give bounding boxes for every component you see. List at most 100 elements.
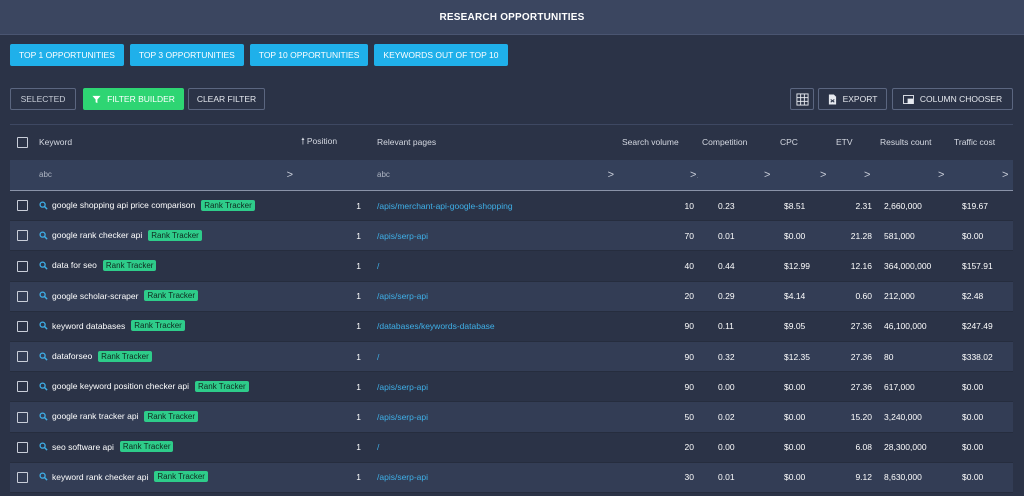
rank-tracker-badge[interactable]: Rank Tracker: [119, 441, 174, 453]
filter-builder-button[interactable]: FILTER BUILDER: [83, 88, 184, 110]
search-icon[interactable]: [39, 351, 48, 361]
col-header-etv[interactable]: ETV: [832, 124, 876, 160]
search-volume-cell: 40: [618, 250, 698, 282]
select-all-checkbox[interactable]: [17, 136, 28, 148]
rank-tracker-badge[interactable]: Rank Tracker: [144, 290, 199, 302]
selected-button[interactable]: SELECTED: [10, 88, 76, 110]
filter-operator-keyword[interactable]: >: [287, 169, 293, 181]
keyword-cell: keyword rank checker api Rank Tracker: [35, 462, 297, 493]
filter-operator-results[interactable]: >: [938, 169, 944, 181]
relevant-page-link[interactable]: /databases/keywords-database: [377, 321, 495, 331]
search-icon[interactable]: [39, 231, 48, 240]
col-header-search-volume[interactable]: Search volume: [618, 124, 698, 160]
filter-cell-competition[interactable]: >: [698, 159, 776, 191]
relevant-page-link[interactable]: /: [377, 261, 379, 271]
keyword-text: dataforseo: [52, 351, 93, 362]
filter-cell-keyword[interactable]: abc >: [35, 159, 297, 191]
relevant-page-cell: /: [365, 432, 618, 463]
relevant-page-link[interactable]: /apis/serp-api: [377, 472, 428, 482]
export-button[interactable]: EXPORT: [818, 88, 887, 110]
filter-operator-volume[interactable]: >: [690, 169, 696, 181]
filter-cell-cpc[interactable]: >: [776, 159, 832, 191]
filter-row: abc > abc > > > > > > >: [10, 159, 1013, 191]
keywords-out-of-top-10-button[interactable]: KEYWORDS OUT OF TOP 10: [374, 44, 508, 66]
relevant-page-link[interactable]: /apis/serp-api: [377, 412, 428, 422]
table-row[interactable]: seo software api Rank Tracker 1/20 0.00 $0.0…: [10, 432, 1013, 463]
relevant-page-link[interactable]: /: [377, 352, 379, 362]
traffic-cost-cell: $338.02: [950, 341, 1013, 373]
col-header-competition[interactable]: Competition: [698, 124, 776, 160]
relevant-page-link[interactable]: /apis/serp-api: [377, 291, 428, 301]
filter-operator-cpc[interactable]: >: [820, 169, 826, 181]
rank-tracker-badge[interactable]: Rank Tracker: [195, 380, 249, 392]
filter-operator-etv[interactable]: >: [864, 169, 870, 181]
filter-cell-etv[interactable]: >: [832, 159, 876, 191]
rank-tracker-badge[interactable]: Rank Tracker: [154, 471, 208, 483]
row-checkbox[interactable]: [17, 471, 28, 483]
col-header-relevant-pages[interactable]: Relevant pages: [365, 124, 618, 160]
top-10-opportunities-button[interactable]: TOP 10 OPPORTUNITIES: [249, 44, 369, 66]
row-checkbox[interactable]: [17, 200, 28, 212]
relevant-page-link[interactable]: /: [377, 442, 379, 452]
search-icon[interactable]: [39, 472, 48, 481]
filter-cell-search-volume[interactable]: >: [618, 159, 698, 191]
filter-operator-cost[interactable]: >: [1002, 169, 1008, 181]
grid-toolbar: SELECTED FILTER BUILDER CLEAR FILTER EXP…: [10, 88, 1014, 110]
filter-cell-results-count[interactable]: >: [876, 159, 950, 191]
relevant-page-link[interactable]: /apis/serp-api: [377, 382, 428, 392]
table-row[interactable]: google rank tracker api Rank Tracker 1/api…: [10, 401, 1013, 433]
rank-tracker-badge[interactable]: Rank Tracker: [98, 350, 152, 362]
rank-tracker-badge[interactable]: Rank Tracker: [201, 199, 255, 211]
search-icon[interactable]: [39, 201, 48, 210]
col-header-results-count[interactable]: Results count: [876, 124, 950, 160]
rank-tracker-badge[interactable]: Rank Tracker: [102, 259, 157, 271]
row-checkbox[interactable]: [17, 290, 28, 302]
etv-cell: 27.36: [832, 311, 876, 342]
row-select-cell: [10, 220, 35, 252]
filter-cell-traffic-cost[interactable]: >: [950, 159, 1013, 191]
column-chooser-button[interactable]: COLUMN CHOOSER: [892, 88, 1013, 110]
relevant-page-link[interactable]: /apis/serp-api: [377, 231, 428, 241]
search-icon[interactable]: [39, 412, 48, 421]
relevant-page-link[interactable]: /apis/merchant-api-google-shopping: [377, 201, 513, 211]
table-row[interactable]: keyword rank checker api Rank Tracker 1/ap…: [10, 462, 1013, 493]
filter-cell-relevant-pages[interactable]: abc >: [365, 159, 618, 191]
search-icon[interactable]: [39, 321, 48, 330]
filter-cell-position[interactable]: [297, 159, 365, 191]
row-checkbox[interactable]: [17, 260, 28, 272]
col-header-position[interactable]: 🠕 Position: [297, 124, 365, 160]
row-checkbox[interactable]: [17, 411, 28, 423]
top-1-opportunities-button[interactable]: TOP 1 OPPORTUNITIES: [10, 44, 124, 66]
search-icon[interactable]: [39, 261, 48, 270]
cpc-cell: $4.14: [776, 281, 832, 312]
search-icon[interactable]: [39, 382, 48, 391]
table-row[interactable]: data for seo Rank Tracker 1 / 40 0.44 $12.99 12…: [10, 250, 1013, 282]
table-row[interactable]: google keyword position checker api Rank …: [10, 371, 1013, 403]
row-checkbox[interactable]: [17, 351, 28, 363]
clear-filter-button[interactable]: CLEAR FILTER: [188, 88, 265, 110]
col-header-cpc[interactable]: CPC: [776, 124, 832, 160]
table-row[interactable]: google scholar-scraper Rank Tracker 1/apis…: [10, 281, 1013, 312]
table-row[interactable]: dataforseo Rank Tracker 1 / 90 0.32 $12.35 27.3…: [10, 341, 1013, 373]
rank-tracker-badge[interactable]: Rank Tracker: [131, 320, 185, 332]
row-select-cell: [10, 250, 35, 282]
table-row[interactable]: google rank checker api Rank Tracker 1/api…: [10, 220, 1013, 252]
row-checkbox[interactable]: [17, 441, 28, 453]
results-count-cell: 212,000: [876, 281, 950, 312]
col-header-traffic-cost[interactable]: Traffic cost: [950, 124, 1013, 160]
rank-tracker-badge[interactable]: Rank Tracker: [144, 410, 199, 422]
row-checkbox[interactable]: [17, 230, 28, 242]
filter-operator-pages[interactable]: >: [608, 169, 614, 181]
row-checkbox[interactable]: [17, 381, 28, 393]
grid-layout-button[interactable]: [790, 88, 814, 110]
table-row[interactable]: google shopping api price comparison Rank…: [10, 190, 1013, 222]
filter-operator-competition[interactable]: >: [764, 169, 770, 181]
col-header-keyword[interactable]: Keyword: [35, 124, 297, 160]
rank-tracker-badge[interactable]: Rank Tracker: [148, 229, 202, 241]
search-icon[interactable]: [39, 442, 48, 451]
position-cell: 1: [297, 190, 365, 222]
top-3-opportunities-button[interactable]: TOP 3 OPPORTUNITIES: [129, 44, 244, 66]
table-row[interactable]: keyword databases Rank Tracker 1/databases…: [10, 311, 1013, 342]
row-checkbox[interactable]: [17, 320, 28, 332]
search-icon[interactable]: [39, 291, 48, 300]
